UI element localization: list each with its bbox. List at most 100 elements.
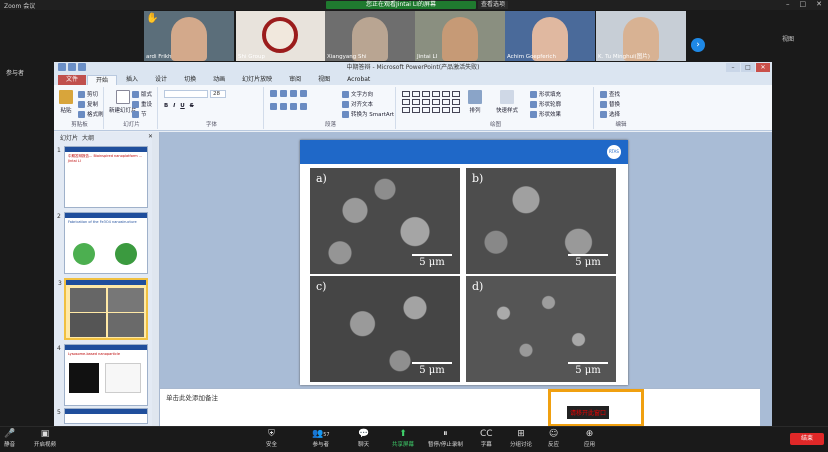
text-direction-button[interactable]: 文字方向 <box>342 90 373 98</box>
copy-icon <box>78 100 85 108</box>
cut-button[interactable]: 剪切 <box>78 90 98 98</box>
font-format-buttons[interactable]: BIUS <box>164 103 194 109</box>
smartart-button[interactable]: 转换为 SmartArt <box>342 110 394 118</box>
align-left-icon <box>270 103 277 110</box>
reactions-button[interactable]: ☺ 反应 <box>548 429 559 448</box>
font-size-dropdown[interactable]: 28 <box>210 90 226 98</box>
slide-editor: RTAS a) 5 μm b) 5 μm c) 5 μm d) 5 μm <box>160 132 760 386</box>
align-right-icon <box>290 103 297 110</box>
tab-review[interactable]: 审阅 <box>281 75 309 85</box>
reset-button[interactable]: 重设 <box>132 100 152 108</box>
security-button[interactable]: ⛨ 安全 <box>266 429 277 448</box>
chat-button[interactable]: 💬 聊天 <box>358 429 369 448</box>
participant-name: Shi Group <box>238 54 265 60</box>
replace-button[interactable]: 替换 <box>600 100 620 108</box>
maximize-icon[interactable]: □ <box>800 0 807 8</box>
end-meeting-button[interactable]: 结束 <box>790 433 824 445</box>
format-painter-button[interactable]: 格式刷 <box>78 110 104 118</box>
group-label: 段落 <box>324 122 336 128</box>
participant-tile[interactable]: Achim Goepferich <box>505 11 595 61</box>
mute-button[interactable]: 🎤 静音 <box>4 429 15 448</box>
zoom-title-bar: Zoom 会议 您正在观看Jintai LI的屏幕 查看选项 – □ ✕ <box>0 0 828 10</box>
slide-thumbnail[interactable]: 5 <box>57 408 148 424</box>
align-buttons[interactable] <box>270 103 307 110</box>
tab-home[interactable]: 开始 <box>87 75 118 85</box>
view-options-button[interactable]: 查看选项 <box>478 1 508 9</box>
align-center-icon <box>280 103 287 110</box>
quick-styles-button[interactable]: 快速样式 <box>496 90 518 114</box>
participant-tile[interactable]: ✋ ardi Frikh <box>144 11 234 61</box>
slide-thumbnail[interactable]: 4 Lysosome-based nanoparticle <box>57 344 148 406</box>
thumbnail-scrollbar[interactable] <box>152 132 159 426</box>
tab-animations[interactable]: 动画 <box>205 75 233 85</box>
list-buttons[interactable] <box>270 90 307 97</box>
paste-icon <box>59 90 73 104</box>
tab-insert[interactable]: 插入 <box>118 75 146 85</box>
participant-tile[interactable]: Shi Group <box>236 11 326 61</box>
start-video-button[interactable]: ▣ 开启视频 <box>34 429 56 448</box>
shield-icon: ⛨ <box>268 429 275 439</box>
tab-acrobat[interactable]: Acrobat <box>339 75 378 85</box>
participant-tile[interactable]: Xiangyang Shi <box>325 11 415 61</box>
find-button[interactable]: 查找 <box>600 90 620 98</box>
ribbon-tabs: 文件 开始 插入 设计 切换 动画 幻灯片放映 审阅 视图 Acrobat <box>54 74 772 85</box>
effects-icon <box>530 110 537 118</box>
tab-transitions[interactable]: 切换 <box>176 75 204 85</box>
slide-thumbnail[interactable]: 2 Fabrication of the Fe3O4 nanostructure <box>57 212 148 274</box>
participants-icon: 👥57 <box>312 429 330 439</box>
shape-fill-button[interactable]: 形状填充 <box>530 90 561 98</box>
shapes-gallery[interactable] <box>402 91 460 113</box>
font-name-dropdown[interactable] <box>164 90 208 98</box>
tab-outline-panel[interactable]: 大纲 <box>82 133 94 142</box>
participant-tile[interactable]: K. Tu Minghui(图片) <box>596 11 686 61</box>
ppt-maximize-icon[interactable]: □ <box>741 63 755 72</box>
slide-thumbnail-selected[interactable]: 3 <box>58 278 148 340</box>
arrange-button[interactable]: 排列 <box>468 90 482 114</box>
participants-button[interactable]: 👥57 参与者 <box>312 429 330 448</box>
align-text-button[interactable]: 对齐文本 <box>342 100 373 108</box>
shape-outline-button[interactable]: 形状轮廓 <box>530 100 561 108</box>
tab-file[interactable]: 文件 <box>58 75 87 85</box>
tab-design[interactable]: 设计 <box>147 75 175 85</box>
raised-hand-icon: ✋ <box>146 13 159 24</box>
bullets-icon <box>270 90 277 97</box>
find-icon <box>600 90 607 98</box>
captions-button[interactable]: CC 字幕 <box>480 429 493 448</box>
participant-name: Jintai LI <box>417 54 438 60</box>
redo-icon[interactable] <box>78 63 86 71</box>
pause-stop-recording-button[interactable]: ⏸ 暂停/停止录制 <box>428 429 463 448</box>
participant-tile[interactable]: Jintai LI <box>415 11 505 61</box>
undo-icon[interactable] <box>68 63 76 71</box>
work-area: 幻灯片 大纲 ✕ 1 中期答辩报告... Bioinspired nanopla… <box>54 132 772 427</box>
save-icon[interactable] <box>58 63 66 71</box>
select-button[interactable]: 选择 <box>600 110 620 118</box>
apps-button[interactable]: ⊕ 应用 <box>584 429 595 448</box>
copy-button[interactable]: 复制 <box>78 100 98 108</box>
gallery-view-button[interactable]: 视图 <box>782 34 794 43</box>
layout-button[interactable]: 版式 <box>132 90 152 98</box>
share-screen-button[interactable]: ⬆ 共享屏幕 <box>392 429 414 448</box>
slide-canvas[interactable]: RTAS a) 5 μm b) 5 μm c) 5 μm d) 5 μm <box>300 140 628 385</box>
minimize-icon[interactable]: – <box>786 0 790 8</box>
paste-button[interactable]: 粘贴 <box>59 90 73 114</box>
cc-icon: CC <box>480 429 493 439</box>
tab-slides-panel[interactable]: 幻灯片 <box>60 133 78 142</box>
close-icon[interactable]: ✕ <box>816 0 822 8</box>
group-label: 编辑 <box>615 122 627 128</box>
next-page-icon[interactable]: › <box>691 38 705 52</box>
breakout-rooms-button[interactable]: ⊞ 分组讨论 <box>510 429 532 448</box>
ppt-title-bar: 中期答辩 - Microsoft PowerPoint(产品激活失败) – □ … <box>54 62 772 74</box>
italic-icon: I <box>173 103 176 109</box>
group-label: 剪贴板 <box>71 122 88 128</box>
arrange-icon <box>468 90 482 104</box>
slide-thumbnail[interactable]: 1 中期答辩报告... Bioinspired nanoplatform ...… <box>57 146 148 208</box>
tab-slideshow[interactable]: 幻灯片放映 <box>234 75 280 85</box>
recording-indicator[interactable]: 请移开此窗口 <box>548 389 644 427</box>
notes-pane[interactable]: 单击此处添加备注 请移开此窗口 <box>160 388 760 427</box>
shape-effects-button[interactable]: 形状效果 <box>530 110 561 118</box>
ppt-close-icon[interactable]: ✕ <box>756 63 770 72</box>
panel-label: b) <box>472 172 484 185</box>
tab-view[interactable]: 视图 <box>310 75 338 85</box>
section-button[interactable]: 节 <box>132 110 147 118</box>
ppt-minimize-icon[interactable]: – <box>726 63 740 72</box>
